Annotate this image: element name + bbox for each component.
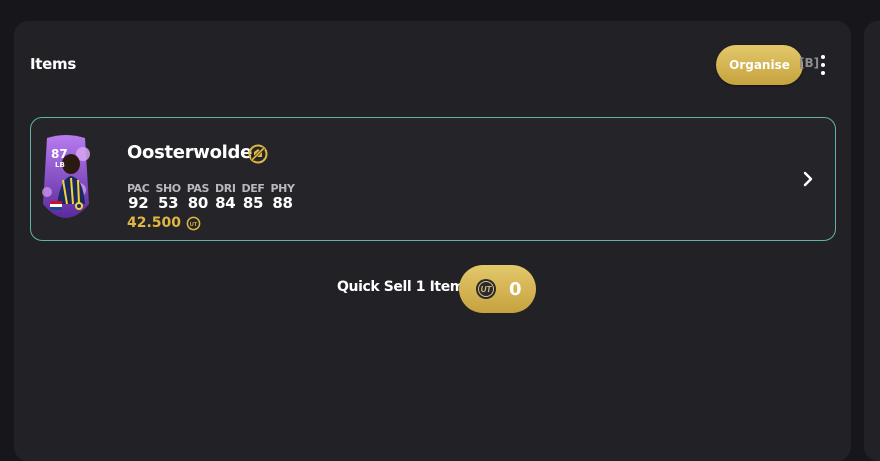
stat-value: 84 [215,194,236,212]
price: 42.500 UT [127,215,201,231]
stat-pac: PAC 92 [127,182,150,212]
stat-value: 80 [187,194,209,212]
untradeable-icon [248,144,268,164]
stat-value: 92 [128,194,149,212]
coin-icon: UT [186,216,201,230]
stat-value: 88 [272,194,293,212]
card-position: LB [55,161,65,169]
svg-text:UT: UT [190,221,198,227]
stat-value: 85 [242,194,264,212]
stat-pas: PAS 80 [187,182,210,212]
svg-text:UT: UT [481,285,493,294]
price-value: 42.500 [127,215,182,231]
stat-phy: PHY 88 [271,182,295,212]
card-rating: 87 [51,147,68,161]
player-name: Oosterwolde [127,142,253,163]
side-panel [864,21,880,461]
quick-sell-label: Quick Sell 1 Item [337,279,464,295]
item-row[interactable]: 87 LB Oosterwolde PAC 92 SHO 53 PAS 80 D… [30,117,836,241]
panel-title: Items [30,55,76,73]
stat-sho: SHO 53 [155,182,181,212]
coin-icon: UT [476,279,496,299]
items-panel: Items Organise [B] 87 LB Oosterwolde PAC… [14,21,851,461]
quick-sell-value: 0 [509,278,522,300]
kebab-menu-icon[interactable] [818,55,828,75]
stat-dri: DRI 84 [215,182,236,212]
organise-hotkey: [B] [799,56,820,70]
stat-def: DEF 85 [242,182,265,212]
organise-button[interactable]: Organise [716,45,803,85]
stats-list: PAC 92 SHO 53 PAS 80 DRI 84 DEF 85 PHY 8… [127,182,295,212]
chevron-right-icon[interactable] [801,170,815,188]
player-card: 87 LB [41,134,91,228]
quick-sell-button[interactable]: UT 0 [459,265,536,313]
stat-value: 53 [157,194,179,212]
